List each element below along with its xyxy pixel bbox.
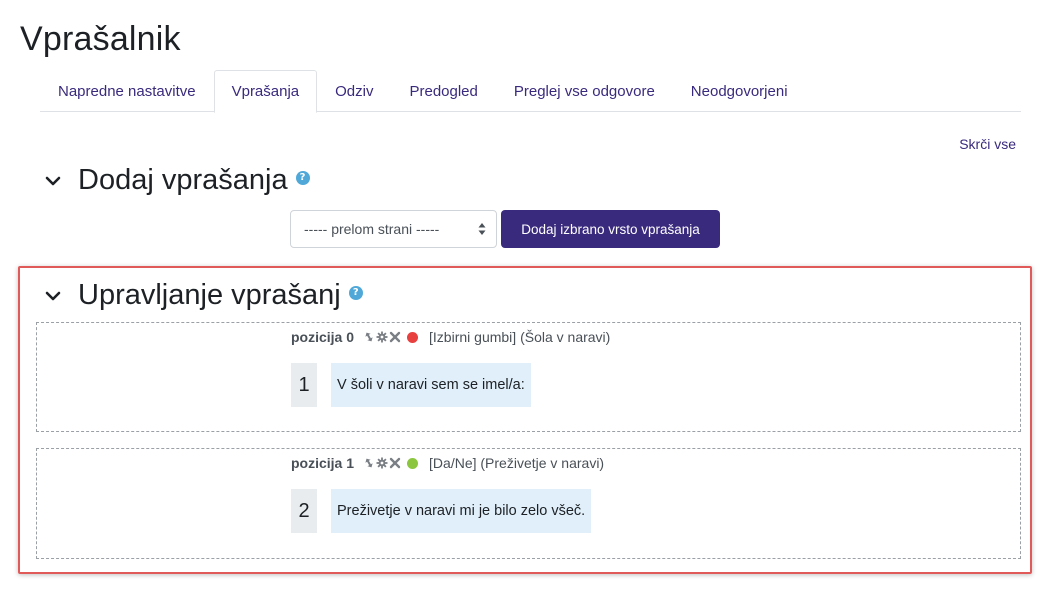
question-position: pozicija 0 xyxy=(291,329,355,345)
help-icon[interactable]: ? xyxy=(348,285,363,300)
question-number: 2 xyxy=(291,489,317,533)
question-position: pozicija 1 xyxy=(291,455,355,471)
question-block: pozicija 1 [Da/Ne] (Preživetje v naravi)… xyxy=(36,448,1021,559)
move-icon[interactable] xyxy=(363,457,375,469)
question-type-select[interactable]: ----- prelom strani ----- xyxy=(290,210,497,248)
required-status-dot[interactable] xyxy=(407,331,419,343)
question-number: 1 xyxy=(291,363,317,407)
move-icon[interactable] xyxy=(363,331,375,343)
question-text: Preživetje v naravi mi je bilo zelo všeč… xyxy=(331,489,592,533)
tab-questions[interactable]: Vprašanja xyxy=(213,70,318,113)
gear-icon[interactable] xyxy=(376,331,388,343)
question-text: V šoli v naravi sem se imel/a: xyxy=(331,363,531,407)
tab-preview[interactable]: Predogled xyxy=(391,70,495,112)
question-block: pozicija 0 [Izbirni gumbi] (Šola v narav… xyxy=(36,322,1021,432)
tab-bar: Napredne nastavitve Vprašanja Odziv Pred… xyxy=(40,70,1021,113)
delete-icon[interactable] xyxy=(389,331,401,343)
delete-icon[interactable] xyxy=(389,457,401,469)
select-arrows-icon xyxy=(478,223,486,235)
manage-questions-title: Upravljanje vprašanj xyxy=(78,279,341,311)
question-meta: pozicija 1 [Da/Ne] (Preživetje v naravi) xyxy=(291,455,604,471)
gear-icon[interactable] xyxy=(376,457,388,469)
chevron-down-icon[interactable] xyxy=(42,285,64,307)
collapse-all-link[interactable]: Skrči vse xyxy=(959,136,1016,152)
question-type: [Izbirni gumbi] (Šola v naravi) xyxy=(429,329,611,345)
add-questions-title: Dodaj vprašanja xyxy=(78,164,288,196)
question-type: [Da/Ne] (Preživetje v naravi) xyxy=(429,455,605,471)
tab-advanced-settings[interactable]: Napredne nastavitve xyxy=(40,70,214,112)
help-icon[interactable]: ? xyxy=(295,170,310,185)
question-type-select-value: ----- prelom strani ----- xyxy=(304,221,440,237)
tab-non-respondents[interactable]: Neodgovorjeni xyxy=(673,70,806,112)
question-meta: pozicija 0 [Izbirni gumbi] (Šola v narav… xyxy=(291,329,610,345)
optional-status-dot[interactable] xyxy=(407,457,419,469)
manage-questions-header[interactable]: Upravljanje vprašanj ? xyxy=(42,279,363,312)
chevron-down-icon[interactable] xyxy=(42,170,64,192)
add-selected-question-type-button[interactable]: Dodaj izbrano vrsto vprašanja xyxy=(501,210,720,248)
page-title: Vprašalnik xyxy=(20,20,181,58)
tab-feedback[interactable]: Odziv xyxy=(317,70,391,112)
add-questions-header[interactable]: Dodaj vprašanja ? xyxy=(42,164,310,197)
tab-view-all-responses[interactable]: Preglej vse odgovore xyxy=(496,70,673,112)
